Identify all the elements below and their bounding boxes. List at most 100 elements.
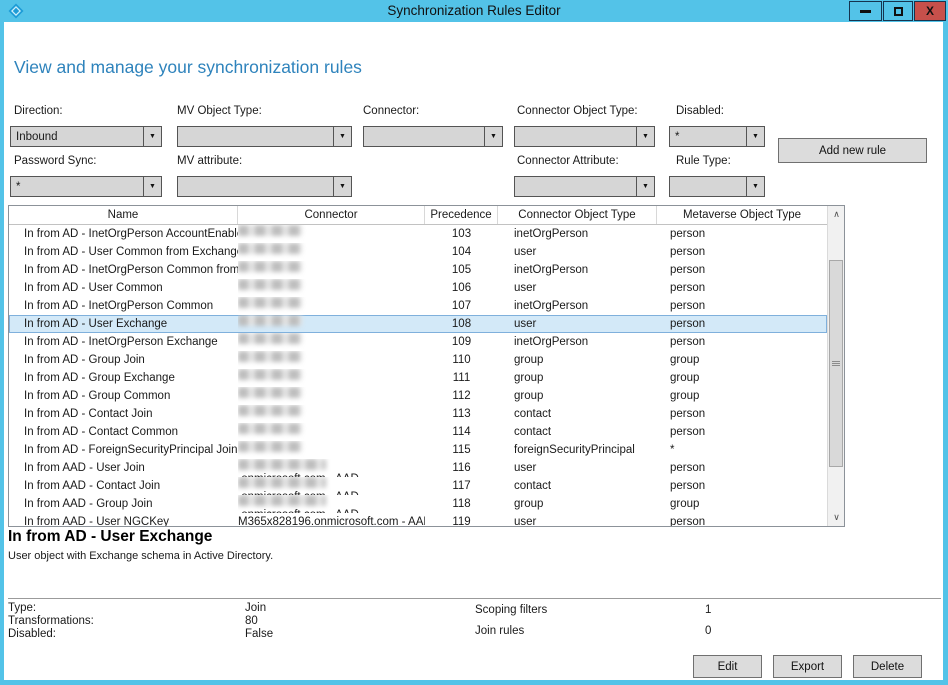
minimize-icon	[860, 10, 871, 13]
mv-object-type-dropdown[interactable]: ▼	[177, 126, 352, 147]
table-row[interactable]: In from AD - InetOrgPerson AccountEnable…	[9, 225, 827, 243]
column-header-precedence[interactable]: Precedence	[425, 206, 498, 224]
minimize-button[interactable]	[849, 1, 882, 21]
titlebar[interactable]: Synchronization Rules Editor X	[0, 0, 948, 22]
column-header-connector-object-type[interactable]: Connector Object Type	[498, 206, 657, 224]
table-row[interactable]: In from AD - User Common 106 user person	[9, 279, 827, 297]
rule-name-cell: In from AD - Contact Join	[9, 405, 238, 423]
connector-cell: .onmicrosoft.com - AAD	[238, 459, 425, 477]
table-row[interactable]: In from AAD - User NGCKey M365x828196.on…	[9, 513, 827, 526]
rule-name-cell: In from AD - User Common	[9, 279, 238, 297]
rule-name-cell: In from AD - InetOrgPerson Common from E…	[9, 261, 238, 279]
connector-redacted-blur	[238, 225, 302, 236]
connector-redacted-blur	[238, 279, 302, 290]
password-sync-dropdown[interactable]: * ▼	[10, 176, 162, 197]
selected-rule-description: User object with Exchange schema in Acti…	[8, 550, 273, 562]
table-row[interactable]: In from AD - Group Exchange 111 group gr…	[9, 369, 827, 387]
connector-cell: M365x828196.onmicrosoft.com - AAD	[238, 513, 425, 526]
disabled-label: Disabled:	[676, 105, 724, 117]
precedence-cell: 118	[425, 495, 498, 513]
connector-object-type-cell: inetOrgPerson	[498, 225, 657, 243]
sync-rules-editor-window: Synchronization Rules Editor X View and …	[0, 0, 948, 685]
disabled-value: *	[670, 131, 746, 143]
table-row[interactable]: In from AD - InetOrgPerson Exchange 109 …	[9, 333, 827, 351]
connector-redacted-blur	[238, 441, 302, 452]
scroll-down-icon[interactable]: ∨	[828, 509, 845, 526]
column-header-metaverse-object-type[interactable]: Metaverse Object Type	[657, 206, 827, 224]
connector-cell: .onmicrosoft.com - AAD	[238, 495, 425, 513]
connector-cell	[238, 441, 425, 459]
export-button[interactable]: Export	[773, 655, 842, 678]
delete-button[interactable]: Delete	[853, 655, 922, 678]
connector-object-type-dropdown[interactable]: ▼	[514, 126, 655, 147]
table-row[interactable]: In from AD - User Common from Exchange 1…	[9, 243, 827, 261]
connector-redacted-blur	[238, 387, 302, 398]
connector-dropdown[interactable]: ▼	[363, 126, 503, 147]
table-row[interactable]: In from AD - ForeignSecurityPrincipal Jo…	[9, 441, 827, 459]
table-row[interactable]: In from AAD - User Join .onmicrosoft.com…	[9, 459, 827, 477]
rules-table-body: In from AD - InetOrgPerson AccountEnable…	[9, 225, 827, 526]
connector-object-type-cell: user	[498, 315, 657, 333]
direction-label: Direction:	[14, 105, 63, 117]
connector-redacted-blur	[238, 243, 302, 254]
precedence-cell: 113	[425, 405, 498, 423]
connector-cell	[238, 405, 425, 423]
table-row[interactable]: In from AAD - Group Join .onmicrosoft.co…	[9, 495, 827, 513]
connector-attribute-dropdown[interactable]: ▼	[514, 176, 655, 197]
table-row[interactable]: In from AD - Contact Common 114 contact …	[9, 423, 827, 441]
rules-table: Name Connector Precedence Connector Obje…	[8, 205, 845, 527]
maximize-button[interactable]	[883, 1, 913, 21]
metaverse-object-type-cell: *	[657, 441, 827, 459]
table-header: Name Connector Precedence Connector Obje…	[9, 206, 827, 225]
rule-type-label: Rule Type:	[676, 155, 731, 167]
rule-type-dropdown[interactable]: ▼	[669, 176, 765, 197]
metaverse-object-type-cell: person	[657, 243, 827, 261]
column-header-name[interactable]: Name	[9, 206, 238, 224]
add-new-rule-button[interactable]: Add new rule	[778, 138, 927, 163]
precedence-cell: 119	[425, 513, 498, 526]
connector-object-type-cell: user	[498, 243, 657, 261]
rule-name-cell: In from AAD - User Join	[9, 459, 238, 477]
mv-attribute-dropdown[interactable]: ▼	[177, 176, 352, 197]
rule-name-cell: In from AD - InetOrgPerson AccountEnable…	[9, 225, 238, 243]
rule-name-cell: In from AD - ForeignSecurityPrincipal Jo…	[9, 441, 238, 459]
table-row[interactable]: In from AAD - Contact Join .onmicrosoft.…	[9, 477, 827, 495]
chevron-down-icon: ▼	[746, 127, 764, 146]
table-row[interactable]: In from AD - Group Join 110 group group	[9, 351, 827, 369]
connector-object-type-cell: group	[498, 495, 657, 513]
precedence-cell: 114	[425, 423, 498, 441]
table-row[interactable]: In from AD - Group Common 112 group grou…	[9, 387, 827, 405]
scrollbar-thumb[interactable]	[829, 260, 843, 467]
chevron-down-icon: ▼	[143, 127, 161, 146]
scrollbar-grip-icon	[832, 361, 840, 366]
direction-dropdown[interactable]: Inbound ▼	[10, 126, 162, 147]
connector-object-type-cell: user	[498, 459, 657, 477]
close-button[interactable]: X	[914, 1, 946, 21]
rule-name-cell: In from AD - Group Exchange	[9, 369, 238, 387]
vertical-scrollbar[interactable]: ∧ ∨	[827, 206, 844, 526]
connector-redacted-blur	[238, 477, 326, 488]
rule-name-cell: In from AD - Contact Common	[9, 423, 238, 441]
connector-object-type-cell: group	[498, 387, 657, 405]
chevron-down-icon: ▼	[333, 127, 351, 146]
scoping-filters-value: 1	[705, 604, 711, 616]
transformations-value: 80	[245, 615, 258, 627]
scroll-up-icon[interactable]: ∧	[828, 206, 845, 223]
table-row[interactable]: In from AD - InetOrgPerson Common 107 in…	[9, 297, 827, 315]
table-row[interactable]: In from AD - InetOrgPerson Common from E…	[9, 261, 827, 279]
connector-redacted-blur	[238, 459, 326, 470]
column-header-connector[interactable]: Connector	[238, 206, 425, 224]
metaverse-object-type-cell: person	[657, 225, 827, 243]
table-row[interactable]: In from AD - User Exchange 108 user pers…	[9, 315, 827, 333]
connector-object-type-cell: user	[498, 279, 657, 297]
rule-name-cell: In from AD - InetOrgPerson Common	[9, 297, 238, 315]
transformations-label: Transformations:	[8, 615, 94, 627]
connector-cell	[238, 369, 425, 387]
disabled-dropdown[interactable]: * ▼	[669, 126, 765, 147]
type-label: Type:	[8, 602, 36, 614]
connector-redacted-blur	[238, 297, 302, 308]
edit-button[interactable]: Edit	[693, 655, 762, 678]
metaverse-object-type-cell: group	[657, 369, 827, 387]
type-value: Join	[245, 602, 266, 614]
table-row[interactable]: In from AD - Contact Join 113 contact pe…	[9, 405, 827, 423]
